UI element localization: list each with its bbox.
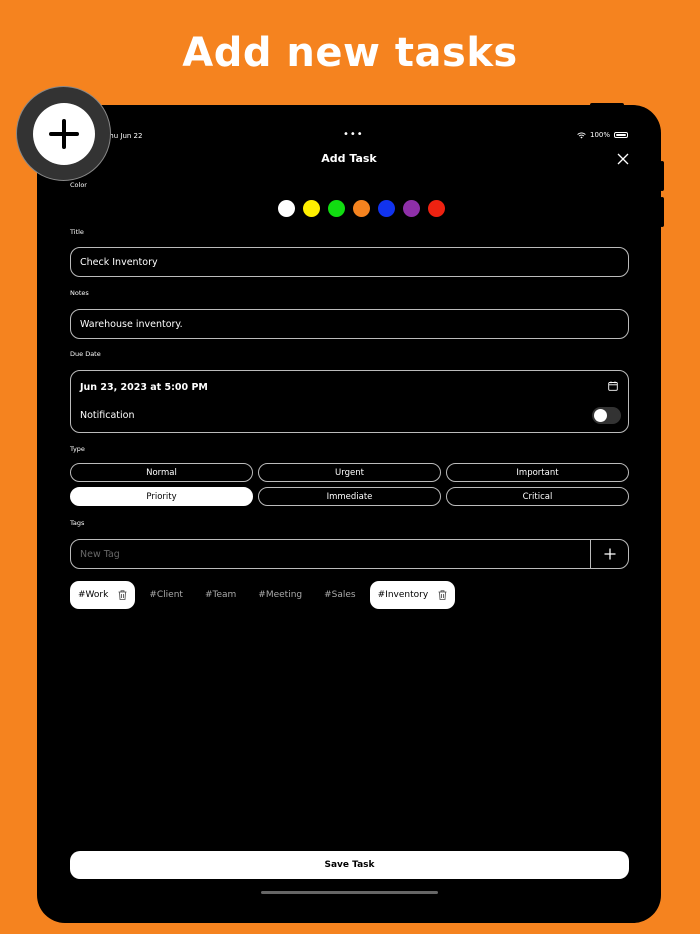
notification-toggle[interactable] [592, 407, 621, 424]
color-swatch[interactable] [352, 200, 370, 217]
multitasking-dots[interactable]: ••• [343, 129, 364, 140]
tag-label: #Sales [324, 590, 356, 600]
title-field[interactable]: Check Inventory [70, 247, 629, 277]
toggle-knob [594, 409, 607, 422]
battery-percentage: 100% [589, 131, 610, 139]
save-task-button[interactable]: Save Task [70, 851, 629, 879]
type-selector: Normal Urgent Important Priority Immediate Cr… [70, 463, 629, 506]
device-screen: Thu Jun 22 ••• 100% Add Task Color Title… [37, 105, 661, 923]
due-date-value[interactable]: Jun 23, 2023 at 5:00 PM [80, 382, 208, 393]
color-swatch[interactable] [277, 200, 295, 217]
color-swatch[interactable] [302, 200, 320, 217]
trash-icon[interactable] [438, 590, 447, 600]
tag-chip[interactable]: #Sales [316, 581, 364, 609]
notes-value: Warehouse inventory. [80, 318, 183, 330]
notes-field[interactable]: Warehouse inventory. [70, 309, 629, 339]
new-tag-placeholder: New Tag [80, 549, 120, 560]
type-option-urgent[interactable]: Urgent [258, 463, 441, 482]
notification-label: Notification [80, 410, 135, 421]
tag-chip[interactable]: #Work [70, 581, 136, 609]
status-right: 100% [577, 131, 628, 139]
due-date-box: Jun 23, 2023 at 5:00 PM Notification [70, 370, 629, 433]
color-swatch[interactable] [327, 200, 345, 217]
notes-label: Notes [70, 289, 89, 297]
type-option-critical[interactable]: Critical [446, 487, 629, 506]
new-tag-input[interactable]: New Tag [70, 539, 629, 569]
color-label: Color [70, 181, 87, 189]
type-option-priority[interactable]: Priority [70, 487, 253, 506]
close-icon[interactable] [617, 153, 629, 165]
page-title: Add Task [321, 152, 377, 165]
calendar-icon[interactable] [608, 381, 618, 391]
wifi-icon [577, 132, 586, 138]
plus-circle [32, 102, 95, 165]
tag-chip[interactable]: #Inventory [369, 581, 456, 609]
color-picker [37, 200, 661, 217]
color-swatch[interactable] [377, 200, 395, 217]
tag-label: #Client [149, 590, 183, 600]
type-option-normal[interactable]: Normal [70, 463, 253, 482]
trash-icon[interactable] [118, 590, 127, 600]
tag-label: #Work [78, 590, 109, 600]
color-swatch[interactable] [427, 200, 445, 217]
tags-list: #Work #Client #Team #Meeting #Sales #Inventor… [70, 581, 456, 609]
tag-label: #Inventory [377, 590, 429, 600]
due-date-label: Due Date [70, 350, 101, 358]
tag-label: #Meeting [258, 590, 303, 600]
battery-icon [614, 132, 628, 138]
title-value: Check Inventory [80, 256, 158, 268]
color-swatch[interactable] [402, 200, 420, 217]
add-task-badge [16, 86, 111, 181]
type-option-immediate[interactable]: Immediate [258, 487, 441, 506]
promo-headline: Add new tasks [182, 30, 518, 76]
plus-icon [604, 548, 615, 560]
add-tag-button[interactable] [590, 540, 628, 568]
tag-chip[interactable]: #Meeting [250, 581, 310, 609]
home-indicator[interactable] [261, 891, 438, 894]
tag-chip[interactable]: #Team [197, 581, 244, 609]
type-label: Type [70, 445, 85, 453]
plus-icon [48, 118, 79, 149]
tag-chip[interactable]: #Client [141, 581, 191, 609]
title-label: Title [70, 228, 84, 236]
type-option-important[interactable]: Important [446, 463, 629, 482]
tags-label: Tags [70, 519, 85, 527]
tag-label: #Team [204, 590, 237, 600]
